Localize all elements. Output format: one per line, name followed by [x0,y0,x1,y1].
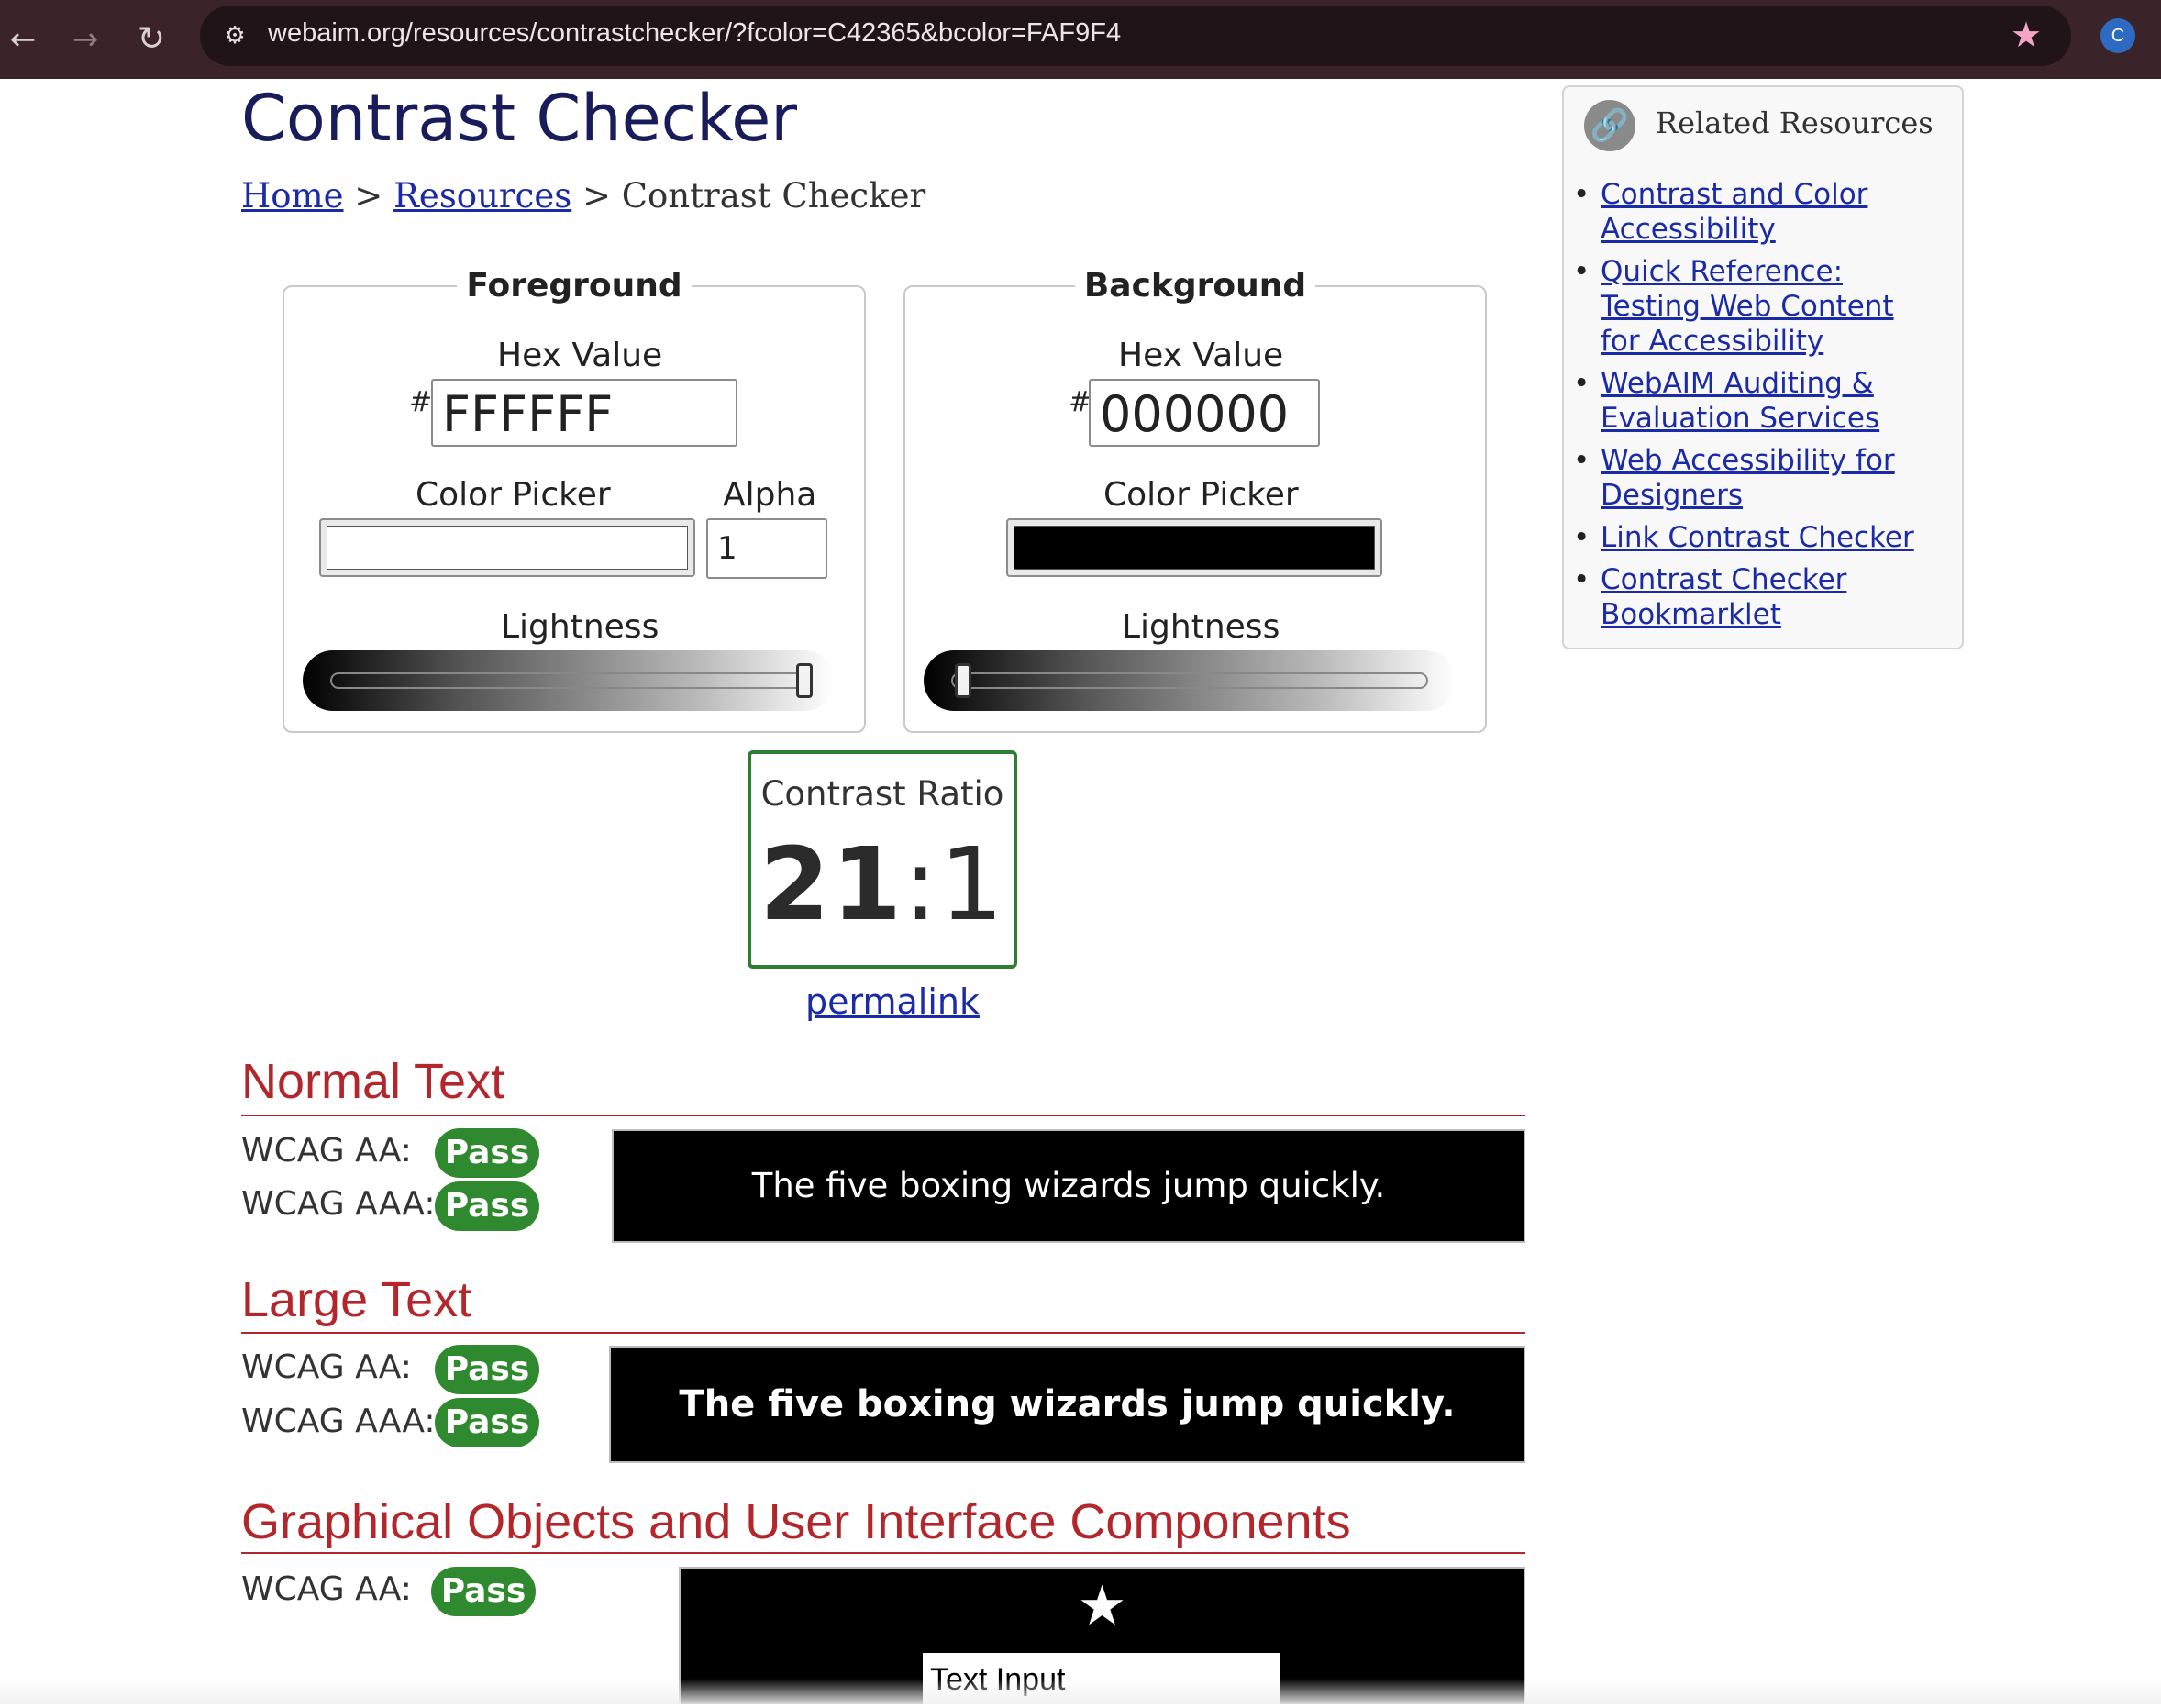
alpha-label: Alpha [723,476,817,514]
graphical-aa-pass-badge: Pass [431,1567,536,1616]
star-icon: ★ [1077,1574,1127,1638]
forward-arrow-icon[interactable]: → [62,17,108,62]
normal-aaa-label: WCAG AAA: [241,1185,436,1223]
list-item: Web Accessibility for Designers [1573,443,1940,513]
foreground-picker-label: Color Picker [416,476,611,514]
foreground-lightness-slider[interactable] [303,650,835,711]
breadcrumb: Home > Resources > Contrast Checker [241,176,925,216]
bookmark-star-icon[interactable]: ★ [2011,15,2042,55]
foreground-hash: # [409,386,433,418]
related-resources-list: Contrast and Color Accessibility Quick R… [1564,177,1940,639]
normal-aa-label: WCAG AA: [241,1132,412,1170]
background-lightness-slider[interactable] [924,650,1456,711]
slider-thumb[interactable] [955,663,971,698]
contrast-ratio-label: Contrast Ratio [760,774,1004,814]
breadcrumb-current: Contrast Checker [621,176,926,216]
section-divider [241,1115,1525,1116]
page-title: Contrast Checker [241,81,798,156]
list-item: Quick Reference: Testing Web Content for… [1573,254,1940,359]
site-info-icon[interactable]: ⚙ [218,20,251,51]
breadcrumb-separator: > [571,176,622,216]
related-link-bookmarklet[interactable]: Contrast Checker Bookmarklet [1601,563,1846,631]
large-aa-pass-badge: Pass [435,1345,539,1394]
section-divider [241,1332,1525,1334]
background-panel: Background Hex Value # 000000 Color Pick… [903,267,1487,733]
large-text-sample: The five boxing wizards jump quickly. [609,1346,1525,1463]
foreground-color-picker[interactable] [319,518,695,577]
breadcrumb-separator: > [343,176,394,216]
related-link-quick-reference[interactable]: Quick Reference: Testing Web Content for… [1601,255,1894,358]
alpha-input[interactable]: 1 [706,518,827,579]
slider-track [330,672,807,689]
contrast-ratio-value: 21:1 [759,826,1006,943]
normal-text-heading: Normal Text [241,1054,505,1109]
normal-aaa-pass-badge: Pass [435,1181,539,1231]
link-icon: 🔗 [1584,100,1635,151]
background-picker-label: Color Picker [1103,476,1299,514]
background-hex-input[interactable]: 000000 [1089,379,1320,447]
large-text-heading: Large Text [241,1272,472,1327]
breadcrumb-resources-link[interactable]: Resources [393,176,571,216]
back-arrow-icon[interactable]: ← [0,17,46,62]
list-item: WebAIM Auditing & Evaluation Services [1573,366,1940,436]
large-aaa-label: WCAG AAA: [241,1403,436,1440]
permalink-link[interactable]: permalink [805,982,980,1022]
breadcrumb-home-link[interactable]: Home [241,176,344,216]
graphical-aa-label: WCAG AA: [241,1570,412,1608]
section-divider [241,1552,1525,1554]
normal-text-sample: The five boxing wizards jump quickly. [612,1129,1525,1243]
list-item: Contrast and Color Accessibility [1573,177,1940,247]
foreground-swatch [327,526,688,570]
related-link-contrast-color[interactable]: Contrast and Color Accessibility [1601,178,1867,246]
background-legend: Background [905,267,1485,305]
large-aa-label: WCAG AA: [241,1348,412,1386]
foreground-hex-label: Hex Value [497,337,663,374]
related-link-auditing[interactable]: WebAIM Auditing & Evaluation Services [1601,367,1879,435]
graphical-objects-heading: Graphical Objects and User Interface Com… [241,1494,1351,1549]
related-resources-sidebar: 🔗 Related Resources Contrast and Color A… [1562,85,1964,649]
related-link-designers[interactable]: Web Accessibility for Designers [1601,444,1895,512]
foreground-legend: Foreground [284,267,864,305]
list-item: Link Contrast Checker [1573,520,1940,555]
sidebar-title: Related Resources [1656,105,1934,140]
reload-icon[interactable]: ↻ [128,17,174,62]
browser-toolbar: ← → ↻ ⚙ webaim.org/resources/contrastche… [0,0,2161,79]
contrast-ratio-box: Contrast Ratio 21:1 [748,750,1017,969]
background-lightness-label: Lightness [1122,608,1280,646]
foreground-hex-input[interactable]: FFFFFF [431,379,737,447]
address-bar[interactable]: ⚙ webaim.org/resources/contrastchecker/?… [200,6,2071,66]
list-item: Contrast Checker Bookmarklet [1573,562,1940,632]
scroll-fade [0,1679,2161,1704]
background-swatch [1014,526,1375,570]
slider-track [951,672,1428,689]
related-link-link-contrast[interactable]: Link Contrast Checker [1601,521,1914,554]
foreground-lightness-label: Lightness [501,608,659,646]
normal-aa-pass-badge: Pass [435,1128,539,1178]
background-color-picker[interactable] [1006,518,1382,577]
profile-avatar[interactable]: C [2100,18,2135,53]
foreground-panel: Foreground Hex Value # FFFFFF Color Pick… [283,267,866,733]
slider-thumb[interactable] [796,663,813,698]
background-hex-label: Hex Value [1118,337,1284,374]
url-text[interactable]: webaim.org/resources/contrastchecker/?fc… [268,18,1121,49]
large-aaa-pass-badge: Pass [435,1398,539,1447]
